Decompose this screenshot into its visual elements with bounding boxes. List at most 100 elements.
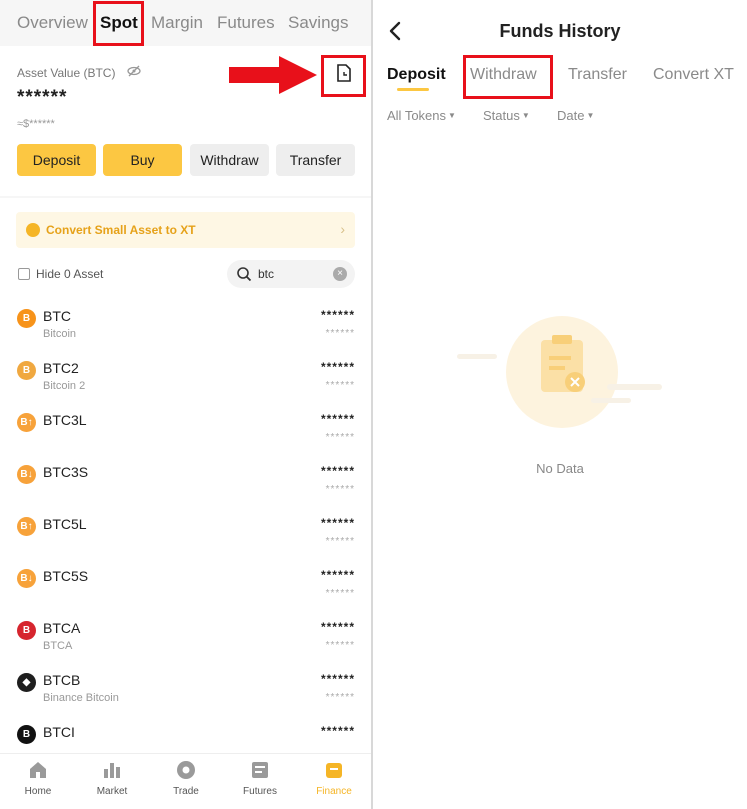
red-arrow-annotation [229, 56, 317, 94]
coin-amount: ****** [320, 308, 355, 322]
coin-amount: ****** [320, 568, 355, 582]
btc-coin-icon: B [17, 309, 36, 328]
finance-icon [326, 763, 342, 778]
btc3l-coin-icon: B↑ [17, 413, 36, 432]
coin-fiat-amount: ****** [325, 432, 355, 443]
filter-all-tokens[interactable]: All Tokens ▼ [387, 108, 456, 123]
coin-fiat-amount: ****** [325, 536, 355, 547]
nav-label: Home [24, 786, 52, 797]
nav-label: Finance [316, 786, 352, 797]
coin-row-btc2[interactable]: B BTC2 Bitcoin 2 ****** ****** [0, 352, 371, 404]
btca-coin-icon: B [17, 621, 36, 640]
coin-symbol: BTCB [43, 672, 81, 688]
tab-transfer[interactable]: Transfer [568, 66, 627, 84]
coin-symbol: BTCA [43, 620, 81, 636]
asset-usd-value: ≈$****** [17, 118, 55, 130]
bottom-nav: Home Market Trade Futures Finance [0, 753, 371, 809]
coin-amount: ****** [320, 672, 355, 686]
trade-icon [177, 761, 195, 779]
account-tabs: Overview Spot Margin Futures Savings [0, 0, 371, 48]
withdraw-button[interactable]: Withdraw [190, 144, 269, 176]
active-tab-indicator [397, 88, 429, 91]
no-data-text: No Data [536, 461, 584, 476]
tab-overview[interactable]: Overview [17, 13, 88, 33]
nav-home[interactable]: Home [1, 754, 75, 809]
coin-amount: ****** [320, 620, 355, 634]
history-document-icon[interactable] [336, 64, 352, 82]
convert-banner-text: Convert Small Asset to XT [46, 223, 196, 237]
caret-down-icon: ▼ [521, 111, 530, 120]
tab-convert-xt[interactable]: Convert XT [653, 66, 734, 84]
coin-symbol: BTC2 [43, 360, 79, 376]
search-icon [237, 267, 252, 282]
nav-market[interactable]: Market [75, 754, 149, 809]
tab-withdraw[interactable]: Withdraw [470, 66, 537, 84]
coin-symbol: BTC5L [43, 516, 87, 532]
coin-amount: ****** [320, 724, 355, 738]
coin-amount: ****** [320, 412, 355, 426]
coin-amount: ****** [320, 516, 355, 530]
tab-deposit[interactable]: Deposit [387, 66, 446, 84]
coin-row-btca[interactable]: B BTCA BTCA ****** ****** [0, 612, 371, 664]
page-title: Funds History [499, 21, 621, 41]
filter-label: Date [557, 108, 585, 123]
coin-name: Bitcoin 2 [43, 380, 86, 392]
tab-spot[interactable]: Spot [100, 13, 138, 33]
tab-futures[interactable]: Futures [217, 13, 275, 33]
coin-amount: ****** [320, 464, 355, 478]
coin-symbol: BTC [43, 308, 71, 324]
convert-icon [26, 223, 40, 237]
btc5l-coin-icon: B↑ [17, 517, 36, 536]
transfer-button[interactable]: Transfer [276, 144, 355, 176]
tab-savings[interactable]: Savings [288, 13, 348, 33]
hide-zero-label: Hide 0 Asset [36, 267, 104, 281]
nav-label: Trade [173, 786, 199, 797]
coin-row-btc3s[interactable]: B↓ BTC3S ****** ****** [0, 456, 371, 508]
funds-history-screen: Funds History Deposit Withdraw Transfer … [373, 0, 747, 809]
nav-label: Futures [243, 786, 277, 797]
btc2-coin-icon: B [17, 361, 36, 380]
btc3s-coin-icon: B↓ [17, 465, 36, 484]
empty-clipboard-icon [457, 316, 662, 428]
buy-button[interactable]: Buy [103, 144, 182, 176]
caret-down-icon: ▼ [586, 111, 595, 120]
filter-label: All Tokens [387, 108, 447, 123]
eye-off-icon[interactable] [127, 65, 141, 77]
search-input[interactable] [258, 266, 328, 282]
nav-label: Market [96, 786, 128, 797]
coin-fiat-amount: ****** [325, 328, 355, 339]
filter-status[interactable]: Status ▼ [483, 108, 530, 123]
market-icon [104, 763, 120, 778]
caret-down-icon: ▼ [448, 111, 456, 120]
deposit-button[interactable]: Deposit [17, 144, 96, 176]
clear-search-icon[interactable]: × [333, 267, 347, 281]
coin-fiat-amount: ****** [325, 692, 355, 703]
asset-value-label: Asset Value (BTC) [17, 66, 116, 80]
coin-name: Binance Bitcoin [43, 692, 119, 704]
coin-name: BTCA [43, 640, 73, 652]
spot-assets-screen: Overview Spot Margin Futures Savings Ass… [0, 0, 371, 809]
hide-zero-checkbox[interactable] [18, 268, 30, 280]
coin-row-btc5s[interactable]: B↓ BTC5S ****** ****** [0, 560, 371, 612]
convert-small-asset-banner[interactable]: Convert Small Asset to XT › [16, 212, 355, 248]
coin-row-btc3l[interactable]: B↑ BTC3L ****** ****** [0, 404, 371, 456]
coin-fiat-amount: ****** [325, 640, 355, 651]
asset-list: Convert Small Asset to XT › Hide 0 Asset… [0, 198, 371, 753]
nav-trade[interactable]: Trade [149, 754, 223, 809]
nav-finance[interactable]: Finance [297, 754, 371, 809]
btc5s-coin-icon: B↓ [17, 569, 36, 588]
coin-row-btc5l[interactable]: B↑ BTC5L ****** ****** [0, 508, 371, 560]
nav-futures[interactable]: Futures [223, 754, 297, 809]
tab-margin[interactable]: Margin [151, 13, 203, 33]
btcb-coin-icon: ◆ [17, 673, 36, 692]
chevron-right-icon: › [340, 221, 345, 237]
coin-row-btcb[interactable]: ◆ BTCB Binance Bitcoin ****** ****** [0, 664, 371, 716]
coin-symbol: BTC3S [43, 464, 89, 480]
coin-fiat-amount: ****** [325, 380, 355, 391]
search-box: × [227, 260, 355, 288]
home-icon [30, 762, 46, 778]
coin-amount: ****** [320, 360, 355, 374]
filter-date[interactable]: Date ▼ [557, 108, 594, 123]
coin-row-btc[interactable]: B BTC Bitcoin ****** ****** [0, 300, 371, 352]
asset-value: ****** [17, 87, 68, 108]
